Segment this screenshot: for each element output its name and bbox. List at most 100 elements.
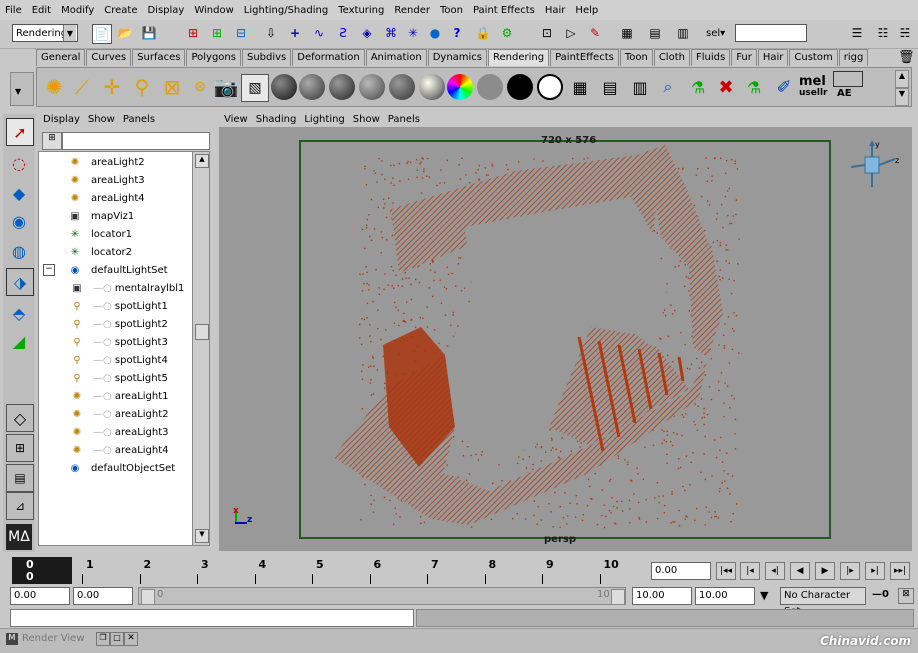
outliner-search-input[interactable] — [62, 132, 210, 150]
snap-curve-icon[interactable]: ∿ — [310, 24, 328, 42]
shelf-tab-rendering[interactable]: Rendering — [488, 49, 550, 66]
render-view-icon[interactable]: ▤ — [646, 24, 664, 42]
anisotropic-sphere-icon[interactable] — [389, 74, 415, 100]
camera-aim-icon[interactable]: ▧ — [241, 74, 269, 102]
render-settings-icon[interactable]: ✎ — [586, 24, 604, 42]
menu-hair[interactable]: Hair — [540, 5, 571, 16]
render-globals-shelf-icon[interactable]: ▥ — [627, 74, 653, 100]
outliner-menu-panels[interactable]: Panels — [123, 114, 155, 125]
select-by-hierarchy-icon[interactable]: ⊞ — [184, 24, 202, 42]
character-set-dropdown[interactable]: No Character Set — [780, 587, 866, 617]
shelf-tab-surfaces[interactable]: Surfaces — [132, 49, 186, 66]
viewport-menu-lighting[interactable]: Lighting — [304, 114, 344, 125]
save-scene-icon[interactable]: 💾 — [140, 24, 158, 42]
outliner-menu-show[interactable]: Show — [88, 114, 115, 125]
step-forward-frame-icon[interactable]: ▸| — [865, 562, 885, 580]
outliner-item[interactable]: ▣ —○ mentalraylbl1 — [69, 280, 184, 298]
render-view-minimized[interactable]: M Render View ❐ □ ✕ — [6, 632, 140, 648]
perspective-viewport[interactable]: 720 x 576 persp x z y z — [219, 127, 912, 551]
lock-icon[interactable]: 🔒 — [474, 24, 492, 42]
mel-script-button[interactable]: mel — [799, 74, 826, 89]
menu-modify[interactable]: Modify — [56, 5, 99, 16]
command-line-input[interactable] — [10, 609, 414, 627]
shelf-menu-button[interactable]: ▼ — [10, 72, 34, 106]
close-icon[interactable]: ✕ — [124, 632, 138, 646]
collapse-icon[interactable]: − — [43, 264, 55, 276]
outliner-item[interactable]: ✺ —○ areaLight4 — [69, 442, 169, 460]
open-scene-icon[interactable]: 📂 — [116, 24, 134, 42]
shelf-tab-fur[interactable]: Fur — [731, 49, 757, 66]
rotate-tool-icon[interactable]: ◍ — [6, 238, 32, 264]
shelf-tab-fluids[interactable]: Fluids — [690, 49, 731, 66]
shelf-tab-general[interactable]: General — [36, 49, 86, 66]
selection-mode-label[interactable]: sel▾ — [706, 28, 725, 39]
outliner-item[interactable]: ⚲ —○ spotLight5 — [69, 370, 168, 388]
scroll-up-icon[interactable]: ▲ — [195, 154, 209, 168]
shelf-tab-animation[interactable]: Animation — [365, 49, 427, 66]
help-icon[interactable]: ? — [448, 24, 466, 42]
hypershade-shelf-icon[interactable]: ▦ — [567, 74, 593, 100]
last-tool-icon[interactable]: ◢ — [6, 328, 32, 354]
volume-light-icon[interactable]: ⊛ — [187, 74, 213, 100]
render-globals-icon[interactable]: ▥ — [674, 24, 692, 42]
menu-file[interactable]: File — [0, 5, 27, 16]
outliner-item[interactable]: ✺ areaLight4 — [67, 190, 145, 208]
outliner-item[interactable]: ✺ areaLight2 — [67, 154, 145, 172]
shelf-tab-cloth[interactable]: Cloth — [653, 49, 690, 66]
phong-e-sphere-icon[interactable] — [359, 74, 385, 100]
show-batch-icon[interactable]: ⚗ — [741, 74, 767, 100]
current-time-field[interactable]: 0.00 — [651, 562, 711, 580]
outliner-item[interactable]: ▣ mapViz1 — [67, 208, 134, 226]
maximize-window-icon[interactable]: □ — [110, 632, 124, 646]
snap-live-icon[interactable]: ✳ — [404, 24, 422, 42]
channel-box-toggle-icon[interactable]: ☰ — [848, 24, 866, 42]
shelf-tab-custom[interactable]: Custom — [789, 49, 838, 66]
phong-sphere-icon[interactable] — [329, 74, 355, 100]
time-slider[interactable]: 0 0 1 2 3 4 5 6 7 8 9 10 — [10, 557, 650, 584]
outliner-item[interactable]: ✳ locator1 — [67, 226, 132, 244]
outliner-item[interactable]: ✺ —○ areaLight2 — [69, 406, 169, 424]
auto-key-icon[interactable]: —0 — [872, 589, 889, 600]
attribute-editor-button[interactable]: AE — [837, 88, 852, 99]
shelf-tab-polygons[interactable]: Polygons — [186, 49, 241, 66]
snap-surface-icon[interactable]: ⌘ — [382, 24, 400, 42]
viewport-menu-panels[interactable]: Panels — [388, 114, 420, 125]
surface-shader-icon[interactable] — [477, 74, 503, 100]
outliner-item[interactable]: ◉ defaultLightSet — [67, 262, 168, 280]
paint-select-icon[interactable]: ◆ — [6, 180, 32, 206]
menu-edit[interactable]: Edit — [27, 5, 56, 16]
outliner-item[interactable]: ⚲ —○ spotLight1 — [69, 298, 168, 316]
new-scene-icon[interactable]: 📄 — [92, 24, 112, 44]
scale-tool-icon[interactable]: ⬗ — [6, 268, 34, 296]
current-frame-indicator[interactable]: 0 0 — [12, 557, 72, 584]
range-end-field[interactable]: 10.00 — [632, 587, 692, 605]
outliner-item[interactable]: ✺ —○ areaLight1 — [69, 388, 169, 406]
lasso-tool-icon[interactable]: ◌ — [6, 150, 32, 176]
step-forward-key-icon[interactable]: |▸ — [840, 562, 860, 580]
shelf-tab-dynamics[interactable]: Dynamics — [427, 49, 488, 66]
anim-prefs-icon[interactable]: ⊠ — [898, 588, 914, 604]
tool-settings-toggle-icon[interactable]: ☵ — [896, 24, 914, 42]
trash-icon[interactable]: 🗑 — [898, 50, 915, 65]
snap-plane-icon[interactable]: ◈ — [358, 24, 376, 42]
cancel-batch-icon[interactable]: ✖ — [713, 74, 739, 100]
shelf-tab-curves[interactable]: Curves — [86, 49, 132, 66]
viewport-menu-shading[interactable]: Shading — [256, 114, 297, 125]
ambient-light-icon[interactable]: ✺ — [41, 74, 67, 100]
menu-window[interactable]: Window — [189, 5, 238, 16]
go-to-end-icon[interactable]: ▸▸| — [890, 562, 910, 580]
play-forwards-icon[interactable]: ▶ — [815, 562, 835, 580]
shading-map-icon[interactable] — [537, 74, 563, 100]
shelf-tab-painteffects[interactable]: PaintEffects — [550, 49, 619, 66]
play-backwards-icon[interactable]: ◀ — [790, 562, 810, 580]
scroll-thumb[interactable] — [195, 324, 209, 340]
menu-help[interactable]: Help — [570, 5, 603, 16]
range-start-handle[interactable] — [141, 589, 155, 605]
outliner-scrollbar[interactable]: ▲ ▼ — [192, 152, 209, 545]
restore-window-icon[interactable]: ❐ — [96, 632, 110, 646]
use-background-icon[interactable] — [507, 74, 533, 100]
spot-light-icon[interactable]: ⚲ — [129, 74, 155, 100]
snap-point-icon[interactable]: Ƨ — [334, 24, 352, 42]
menu-display[interactable]: Display — [142, 5, 189, 16]
construction-history-icon[interactable]: ⚙ — [498, 24, 516, 42]
